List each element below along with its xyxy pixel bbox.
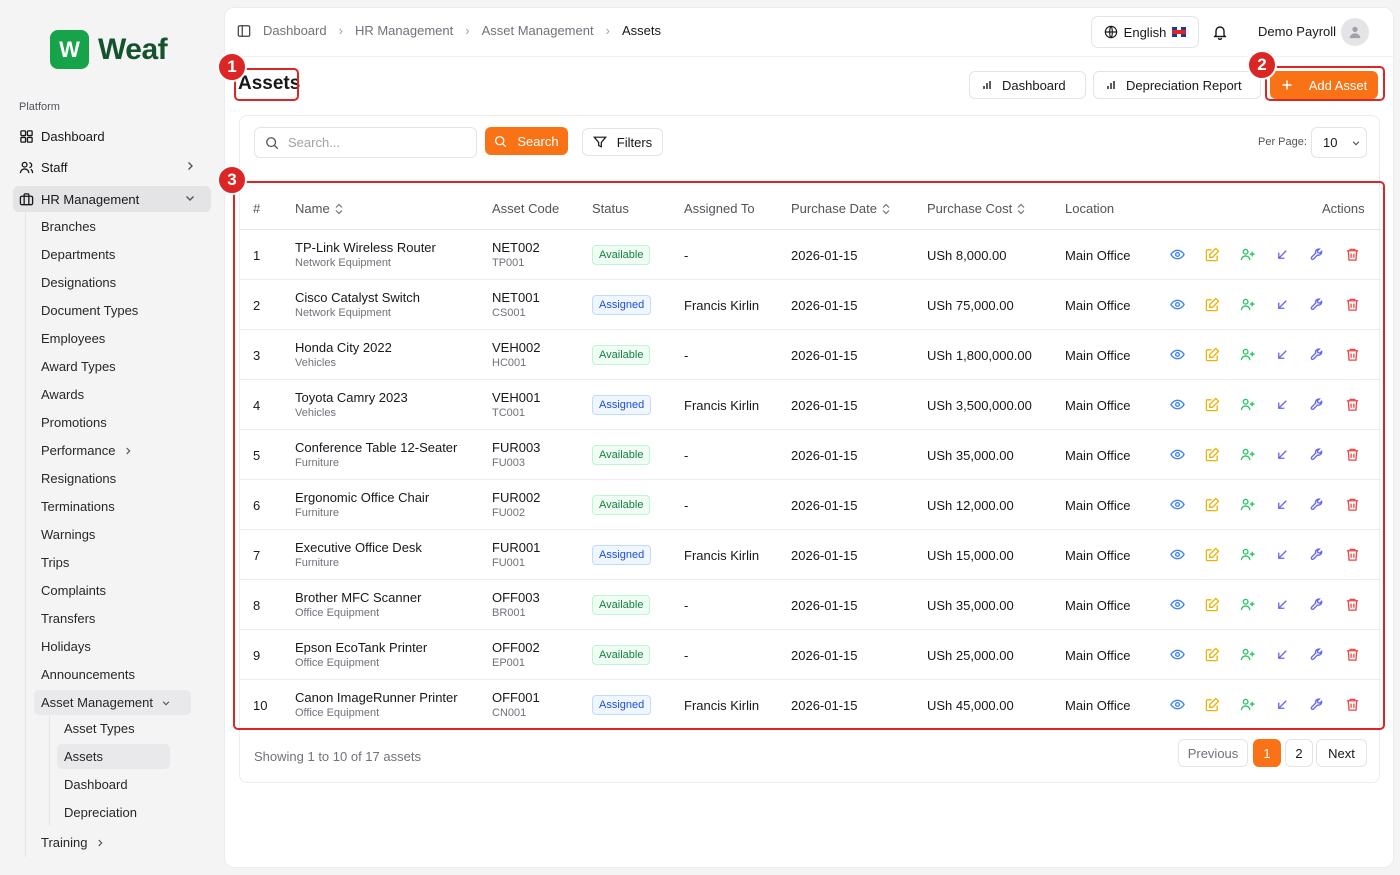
sidebar-item-staff[interactable]: Staff — [13, 154, 211, 180]
language-label: English — [1123, 24, 1167, 40]
page-1-button[interactable]: 1 — [1253, 739, 1281, 767]
callout-badge-1: 1 — [217, 52, 247, 82]
filters-button[interactable]: Filters — [582, 128, 663, 156]
depreciation-report-button[interactable]: Depreciation Report — [1093, 71, 1261, 99]
search-icon — [495, 135, 507, 147]
sidebar-item-employees[interactable]: Employees — [41, 331, 105, 346]
briefcase-icon — [19, 192, 34, 205]
breadcrumb-hr-management[interactable]: HR Management — [355, 23, 453, 38]
pagination-summary: Showing 1 to 10 of 17 assets — [254, 749, 421, 764]
callout-badge-3: 3 — [217, 165, 247, 195]
sidebar-item-resignations[interactable]: Resignations — [41, 471, 116, 486]
callout-box-add — [1265, 66, 1385, 101]
breadcrumb-separator: › — [338, 23, 343, 38]
dashboard-button[interactable]: Dashboard — [969, 71, 1086, 99]
sidebar-item-document-types[interactable]: Document Types — [41, 303, 138, 318]
sidebar-item-terminations[interactable]: Terminations — [41, 499, 115, 514]
bell-icon[interactable] — [1212, 24, 1228, 40]
sidebar-item-dashboard[interactable]: Dashboard — [13, 123, 211, 149]
next-page-button[interactable]: Next — [1316, 739, 1367, 767]
callout-box-table — [233, 181, 1385, 730]
breadcrumb-dashboard[interactable]: Dashboard — [263, 23, 327, 38]
search-field[interactable] — [288, 135, 458, 150]
user-icon — [1349, 26, 1361, 39]
sidebar-item-label: Training — [41, 835, 88, 850]
per-page-value: 10 — [1323, 135, 1338, 150]
sidebar-item-trips[interactable]: Trips — [41, 555, 69, 570]
chevron-down-icon — [186, 196, 194, 201]
previous-page-button[interactable]: Previous — [1178, 739, 1248, 767]
sidebar-item-complaints[interactable]: Complaints — [41, 583, 106, 598]
breadcrumb-separator: › — [605, 23, 610, 38]
sidebar-item-holidays[interactable]: Holidays — [41, 639, 91, 654]
sidebar-item-label: Asset Management — [41, 695, 154, 710]
search-input[interactable] — [254, 127, 477, 158]
globe-icon — [1104, 25, 1117, 39]
sidebar-section-label: Platform — [19, 101, 60, 113]
chevron-right-icon — [98, 839, 103, 846]
sidebar-item-asset-management[interactable]: Asset Management — [41, 695, 171, 710]
logo[interactable]: W Weaf — [50, 30, 168, 69]
search-icon — [266, 136, 279, 149]
sidebar-tree-line — [25, 212, 26, 857]
users-icon — [19, 161, 34, 173]
sidebar-item-hr-management[interactable]: HR Management — [13, 186, 211, 212]
sidebar-item-transfers[interactable]: Transfers — [41, 611, 95, 626]
sidebar-item-depreciation[interactable]: Depreciation — [64, 805, 137, 820]
sidebar-item-promotions[interactable]: Promotions — [41, 415, 107, 430]
logo-text: Weaf — [98, 32, 168, 66]
sidebar-item-warnings[interactable]: Warnings — [41, 527, 95, 542]
breadcrumb-asset-management[interactable]: Asset Management — [482, 23, 594, 38]
per-page-select[interactable]: 10 — [1311, 127, 1367, 158]
per-page-label: Per Page: — [1258, 136, 1307, 148]
breadcrumb-current: Assets — [621, 23, 661, 38]
language-selector[interactable]: English — [1091, 16, 1199, 48]
sidebar-item-training[interactable]: Training — [41, 835, 105, 850]
sidebar: W Weaf Platform Dashboard Staff HR Manag… — [0, 0, 222, 875]
sidebar-item-label: Staff — [41, 159, 68, 175]
sidebar-item-label: Performance — [41, 443, 116, 458]
breadcrumb: Dashboard › HR Management › Asset Manage… — [237, 23, 661, 38]
sidebar-item-asset-dashboard[interactable]: Dashboard — [64, 777, 128, 792]
uk-flag-icon — [1172, 27, 1187, 37]
sidebar-item-awards[interactable]: Awards — [41, 387, 84, 402]
grid-icon — [20, 129, 33, 143]
callout-badge-2: 2 — [1247, 50, 1277, 80]
bar-chart-icon — [1107, 81, 1115, 89]
sidebar-toggle-icon[interactable] — [237, 24, 251, 38]
page-2-button[interactable]: 2 — [1285, 739, 1313, 767]
top-bar: Dashboard › HR Management › Asset Manage… — [225, 8, 1393, 57]
sidebar-item-performance[interactable]: Performance — [41, 443, 133, 458]
chevron-right-icon — [126, 447, 131, 454]
chevron-right-icon — [188, 162, 193, 170]
search-button[interactable]: Search — [485, 127, 568, 155]
search-button-label: Search — [517, 133, 559, 149]
user-name[interactable]: Demo Payroll — [1258, 24, 1336, 39]
sidebar-item-announcements[interactable]: Announcements — [41, 667, 135, 682]
avatar[interactable] — [1341, 18, 1369, 46]
bar-chart-icon — [983, 81, 991, 89]
breadcrumb-separator: › — [465, 23, 470, 38]
sidebar-item-label: HR Management — [41, 191, 140, 207]
dashboard-button-label: Dashboard — [1002, 77, 1066, 93]
sidebar-item-asset-types[interactable]: Asset Types — [64, 721, 135, 736]
sidebar-item-branches[interactable]: Branches — [41, 219, 96, 234]
filter-icon — [592, 136, 607, 148]
sidebar-item-award-types[interactable]: Award Types — [41, 359, 116, 374]
logo-mark: W — [50, 30, 89, 69]
sidebar-item-assets[interactable]: Assets — [64, 749, 103, 764]
chevron-down-icon — [1353, 140, 1360, 145]
sidebar-item-departments[interactable]: Departments — [41, 247, 115, 262]
chevron-down-icon — [162, 700, 170, 705]
sidebar-item-label: Dashboard — [41, 128, 105, 144]
filters-button-label: Filters — [616, 134, 653, 150]
sidebar-tree-line — [49, 716, 50, 826]
depreciation-report-label: Depreciation Report — [1126, 77, 1242, 93]
sidebar-item-designations[interactable]: Designations — [41, 275, 116, 290]
